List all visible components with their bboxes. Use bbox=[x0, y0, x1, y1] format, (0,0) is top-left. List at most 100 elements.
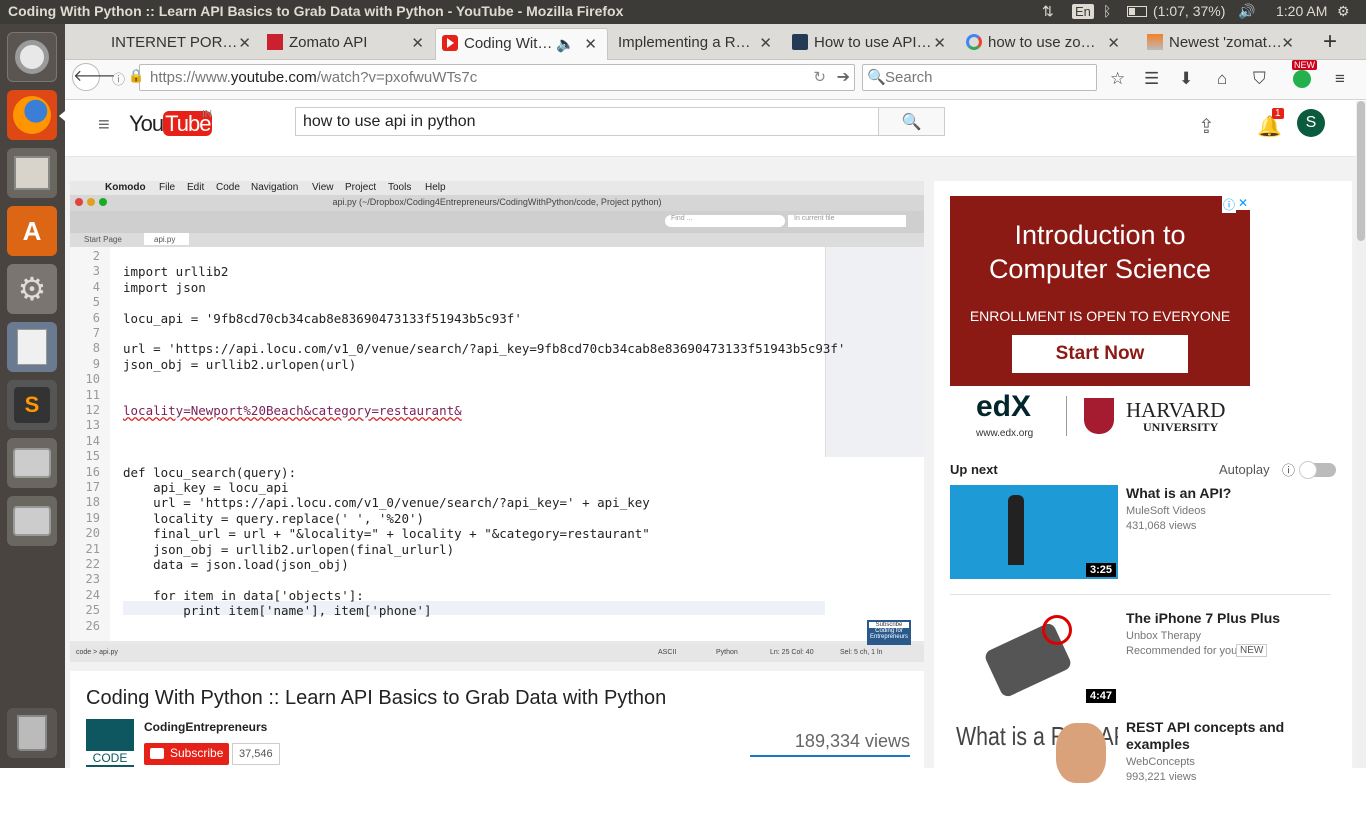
back-button[interactable]: 🡐 bbox=[72, 63, 116, 91]
subscriber-count: 37,546 bbox=[232, 743, 280, 765]
line-number: 12 bbox=[85, 403, 100, 417]
ide-menu-item: Navigation bbox=[251, 182, 299, 193]
subscribe-button[interactable]: Subscribe bbox=[144, 743, 230, 765]
youtube-search-button[interactable]: 🔍 bbox=[878, 107, 945, 136]
video-title[interactable]: REST API concepts and examples bbox=[1126, 719, 1336, 753]
channel-name[interactable]: CodingEntrepreneurs bbox=[144, 720, 267, 734]
thumbnail-text: What is a Rest API? bbox=[956, 721, 1118, 751]
ad-banner[interactable]: ⓘ ✕ Introduction to Computer Science ENR… bbox=[950, 196, 1250, 446]
ad-title: Introduction to Computer Science bbox=[988, 220, 1212, 284]
tab-zomato-api[interactable]: Zomato API ✕ bbox=[261, 28, 434, 60]
tab-internet-portal[interactable]: INTERNET POR… ✕ bbox=[65, 28, 261, 60]
downloads-icon[interactable]: ⬇ bbox=[1179, 69, 1193, 89]
video-thumbnail[interactable]: 3:25 bbox=[950, 485, 1118, 579]
tab-how-to-use-api[interactable]: How to use API… ✕ bbox=[783, 28, 956, 60]
hamburger-icon[interactable]: ≡ bbox=[98, 114, 110, 137]
grammarly-icon[interactable] bbox=[1293, 70, 1311, 88]
sublime-text-icon[interactable]: S bbox=[7, 380, 57, 430]
line-number: 25 bbox=[85, 603, 100, 618]
line-number: 7 bbox=[92, 326, 100, 340]
close-icon[interactable]: ✕ bbox=[238, 34, 251, 52]
channel-logo[interactable]: CODE bbox=[86, 719, 134, 767]
line-number: 22 bbox=[85, 557, 100, 571]
clock[interactable]: 1:20 AM bbox=[1276, 3, 1327, 19]
page-scrollbar[interactable] bbox=[1356, 101, 1366, 768]
line-number: 24 bbox=[85, 587, 100, 602]
new-tab-button[interactable]: + bbox=[1323, 28, 1337, 56]
search-bar[interactable]: 🔍 Search bbox=[862, 64, 1097, 91]
keyboard-layout[interactable]: En bbox=[1072, 4, 1094, 19]
close-icon[interactable]: ✕ bbox=[1281, 34, 1294, 52]
info-icon[interactable]: ⓘ bbox=[112, 69, 125, 88]
code-line: for item in data['objects']: bbox=[123, 587, 364, 603]
volume-icon[interactable]: 🔊 bbox=[1238, 3, 1255, 20]
close-icon[interactable]: ✕ bbox=[1107, 34, 1120, 52]
new-badge: NEW bbox=[1236, 644, 1268, 657]
autoplay-info-icon[interactable]: ⓘ bbox=[1282, 460, 1295, 479]
video-info: Coding With Python :: Learn API Basics t… bbox=[70, 671, 924, 768]
gear-icon[interactable]: ⚙ bbox=[1337, 3, 1350, 20]
code-line: data = json.load(json_obj) bbox=[123, 557, 349, 572]
line-number: 5 bbox=[92, 295, 100, 310]
video-thumbnail[interactable]: What is a Rest API? bbox=[950, 721, 1118, 815]
ad-logos: edX www.edx.org HARVARD UNIVERSITY bbox=[950, 386, 1250, 446]
text-editor-icon[interactable] bbox=[7, 322, 57, 372]
firefox-icon[interactable] bbox=[7, 90, 57, 140]
autoplay-toggle[interactable] bbox=[1299, 461, 1336, 479]
tab-youtube-active[interactable]: Coding Wit… 🔈 ✕ bbox=[435, 28, 608, 60]
ubuntu-dash-icon[interactable] bbox=[7, 32, 57, 82]
ide-menu-item: Tools bbox=[388, 182, 412, 193]
search-placeholder: Search bbox=[885, 69, 933, 86]
close-icon[interactable]: ✕ bbox=[584, 35, 597, 53]
line-number: 13 bbox=[85, 418, 100, 433]
view-count: 189,334 views bbox=[750, 731, 910, 757]
logo-you: You bbox=[129, 111, 164, 136]
youtube-logo[interactable]: YouTube IN bbox=[129, 109, 213, 137]
software-center-icon[interactable]: A bbox=[7, 206, 57, 256]
trash-icon[interactable] bbox=[7, 708, 57, 758]
battery-icon[interactable] bbox=[1127, 3, 1147, 19]
speaker-icon[interactable]: 🔈 bbox=[556, 35, 575, 53]
reading-list-icon[interactable]: ☰ bbox=[1144, 69, 1159, 89]
go-arrow-icon[interactable]: ➔ bbox=[837, 67, 850, 87]
tab-implementing[interactable]: Implementing a R… ✕ bbox=[609, 28, 782, 60]
bluetooth-icon[interactable]: ᛒ bbox=[1103, 3, 1111, 19]
tab-google-search[interactable]: how to use zo… ✕ bbox=[957, 28, 1130, 60]
ad-subtitle: ENROLLMENT IS OPEN TO EVERYONE bbox=[969, 308, 1231, 324]
video-player[interactable]: Komodo File Edit Code Navigation View Pr… bbox=[70, 181, 924, 662]
youtube-search-input[interactable]: how to use api in python bbox=[295, 107, 879, 136]
video-title[interactable]: The iPhone 7 Plus Plus bbox=[1126, 610, 1336, 626]
ide-menubar: Komodo File Edit Code Navigation View Pr… bbox=[70, 181, 924, 195]
ad-info-icon[interactable]: ⓘ bbox=[1222, 196, 1236, 213]
tab-stackoverflow[interactable]: Newest 'zomat… ✕ bbox=[1131, 28, 1304, 60]
ad-close-icon[interactable]: ✕ bbox=[1236, 196, 1250, 210]
upload-icon[interactable]: ⇪ bbox=[1198, 114, 1215, 139]
pocket-icon[interactable]: ⛉ bbox=[1253, 69, 1266, 89]
google-favicon-icon bbox=[966, 34, 982, 50]
code-line: import json bbox=[123, 279, 206, 295]
video-channel: Unbox Therapy bbox=[1126, 630, 1202, 642]
avatar[interactable]: S bbox=[1297, 109, 1325, 137]
reload-icon[interactable]: ↻ bbox=[813, 68, 826, 86]
drive-icon[interactable] bbox=[7, 438, 57, 488]
network-icon[interactable]: ⇅ bbox=[1042, 3, 1054, 20]
files-icon[interactable] bbox=[7, 148, 57, 198]
video-title[interactable]: What is an API? bbox=[1126, 485, 1336, 501]
close-icon[interactable]: ✕ bbox=[759, 34, 772, 52]
ide-tab: api.py bbox=[144, 233, 190, 245]
harvard-university: UNIVERSITY bbox=[1143, 420, 1219, 434]
youtube-play-icon bbox=[150, 748, 164, 759]
scrollbar-thumb[interactable] bbox=[1357, 101, 1365, 241]
close-icon[interactable]: ✕ bbox=[933, 34, 946, 52]
system-settings-icon[interactable]: ⚙ bbox=[7, 264, 57, 314]
search-query: how to use api in python bbox=[303, 113, 476, 130]
bookmark-star-icon[interactable]: ☆ bbox=[1110, 69, 1125, 89]
video-thumbnail[interactable]: 4:47 bbox=[950, 611, 1118, 705]
thumbnail-figure bbox=[1008, 495, 1024, 565]
home-icon[interactable]: ⌂ bbox=[1217, 69, 1227, 89]
drive-icon[interactable] bbox=[7, 496, 57, 546]
ad-cta-button[interactable]: Start Now bbox=[1012, 335, 1188, 373]
menu-icon[interactable]: ≡ bbox=[1335, 69, 1345, 89]
close-icon[interactable]: ✕ bbox=[411, 34, 424, 52]
url-bar[interactable]: ⓘ 🔒 https://www.youtube.com/watch?v=pxof… bbox=[112, 64, 855, 91]
